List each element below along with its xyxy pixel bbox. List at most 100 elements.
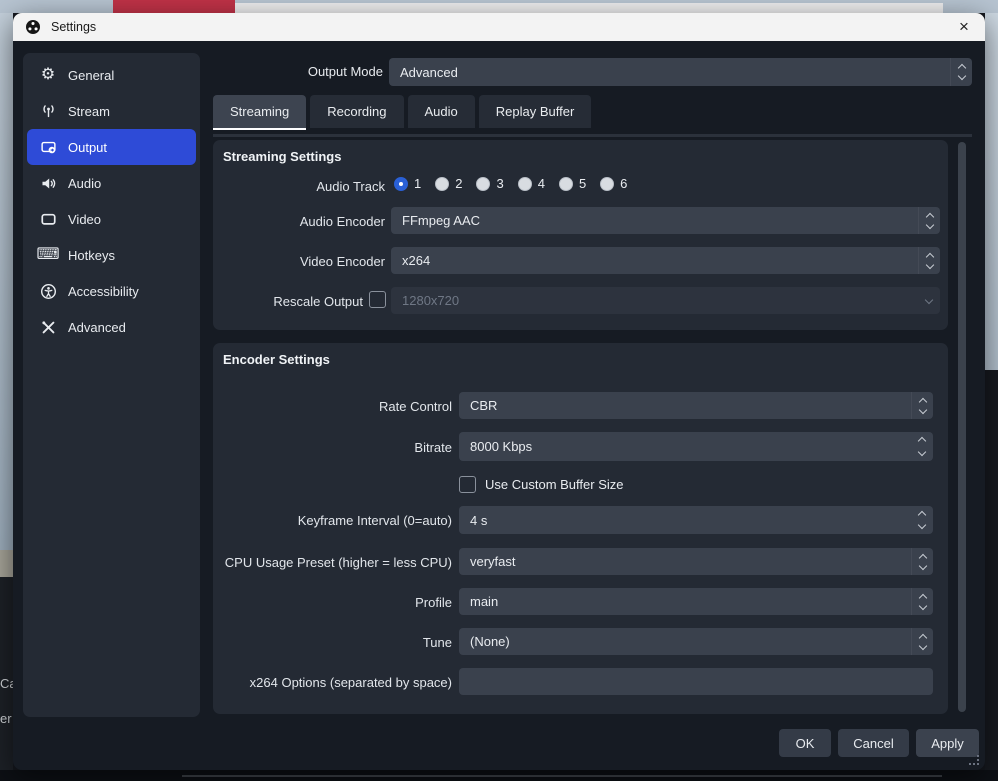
custom-buffer-checkbox[interactable] — [459, 476, 476, 493]
background-window-edge: Ca er — [0, 577, 13, 781]
audio-encoder-label: Audio Encoder — [213, 214, 385, 229]
chevron-updown-icon[interactable] — [950, 58, 972, 86]
video-encoder-select[interactable]: x264 — [391, 247, 940, 274]
sidebar-item-audio[interactable]: Audio — [27, 165, 196, 201]
apply-button[interactable]: Apply — [916, 729, 979, 757]
sidebar-item-output[interactable]: Output — [27, 129, 196, 165]
output-tabs: Streaming Recording Audio Replay Buffer — [213, 95, 591, 128]
title-bar[interactable]: Settings × — [13, 13, 985, 41]
sidebar-item-label: Output — [68, 140, 107, 155]
sidebar-item-label: Video — [68, 212, 101, 227]
bitrate-label: Bitrate — [213, 440, 452, 455]
rate-control-label: Rate Control — [213, 399, 452, 414]
chevron-updown-icon[interactable] — [911, 392, 933, 419]
sidebar-item-label: Advanced — [68, 320, 126, 335]
tune-select[interactable]: (None) — [459, 628, 933, 655]
rate-control-select[interactable]: CBR — [459, 392, 933, 419]
background-text-fragment: Ca — [0, 676, 13, 691]
chevron-updown-icon[interactable] — [911, 548, 933, 575]
rescale-output-checkbox[interactable] — [369, 291, 386, 308]
desktop-background — [985, 370, 998, 781]
cancel-button[interactable]: Cancel — [838, 729, 909, 757]
output-mode-label: Output Mode — [13, 58, 383, 86]
audio-encoder-select[interactable]: FFmpeg AAC — [391, 207, 940, 234]
rescale-output-label: Rescale Output — [213, 294, 363, 309]
accessibility-icon — [38, 281, 58, 301]
spinner-arrows-icon[interactable] — [911, 506, 933, 534]
audio-track-radios: 1 2 3 4 5 6 — [394, 176, 635, 191]
settings-sidebar: ⚙ General Stream Output — [23, 53, 200, 717]
tab-audio[interactable]: Audio — [408, 95, 475, 128]
monitor-icon — [38, 209, 58, 229]
radio-track-4[interactable] — [518, 177, 532, 191]
profile-select[interactable]: main — [459, 588, 933, 615]
antenna-icon — [38, 101, 58, 121]
radio-track-5[interactable] — [559, 177, 573, 191]
vertical-scrollbar[interactable] — [958, 142, 966, 712]
chevron-updown-icon[interactable] — [911, 588, 933, 615]
ok-button[interactable]: OK — [779, 729, 831, 757]
radio-track-1[interactable] — [394, 177, 408, 191]
sidebar-item-advanced[interactable]: Advanced — [27, 309, 196, 345]
video-encoder-label: Video Encoder — [213, 254, 385, 269]
background-window-strip — [113, 3, 943, 13]
group-title: Encoder Settings — [223, 352, 330, 367]
tab-recording[interactable]: Recording — [310, 95, 403, 128]
radio-label: 6 — [620, 176, 627, 191]
chevron-down-icon[interactable] — [918, 287, 940, 314]
sidebar-item-stream[interactable]: Stream — [27, 93, 196, 129]
radio-track-3[interactable] — [476, 177, 490, 191]
background-window-edge — [182, 775, 942, 777]
rescale-resolution-value: 1280x720 — [402, 287, 459, 314]
rescale-resolution-select[interactable]: 1280x720 — [391, 287, 940, 314]
speaker-icon — [38, 173, 58, 193]
x264-options-label: x264 Options (separated by space) — [213, 675, 452, 690]
output-mode-select[interactable]: Advanced — [389, 58, 972, 86]
tools-icon — [38, 317, 58, 337]
sidebar-item-label: Audio — [68, 176, 101, 191]
sidebar-item-accessibility[interactable]: Accessibility — [27, 273, 196, 309]
chevron-updown-icon[interactable] — [911, 628, 933, 655]
desktop-background — [0, 13, 13, 550]
background-text-fragment: er — [0, 711, 12, 726]
desktop-background — [985, 13, 998, 370]
close-icon[interactable]: × — [953, 16, 975, 38]
chevron-updown-icon[interactable] — [918, 247, 940, 274]
cpu-preset-select[interactable]: veryfast — [459, 548, 933, 575]
radio-label: 2 — [455, 176, 462, 191]
radio-label: 3 — [496, 176, 503, 191]
spinner-arrows-icon[interactable] — [911, 432, 933, 461]
sidebar-item-label: Stream — [68, 104, 110, 119]
chevron-updown-icon[interactable] — [918, 207, 940, 234]
sidebar-item-label: Accessibility — [68, 284, 139, 299]
radio-label: 5 — [579, 176, 586, 191]
sidebar-item-video[interactable]: Video — [27, 201, 196, 237]
custom-buffer-label: Use Custom Buffer Size — [485, 477, 623, 492]
custom-buffer-row: Use Custom Buffer Size — [459, 476, 623, 493]
video-encoder-value: x264 — [402, 247, 430, 274]
output-mode-value: Advanced — [400, 58, 458, 86]
sidebar-item-hotkeys[interactable]: ⌨ Hotkeys — [27, 237, 196, 273]
radio-track-6[interactable] — [600, 177, 614, 191]
tab-replay-buffer[interactable]: Replay Buffer — [479, 95, 592, 128]
x264-options-input[interactable] — [459, 668, 933, 695]
tune-label: Tune — [213, 635, 452, 650]
keyframe-interval-label: Keyframe Interval (0=auto) — [213, 513, 452, 528]
keyframe-interval-value: 4 s — [470, 506, 487, 534]
encoder-settings-group: Encoder Settings Rate Control CBR Bitrat… — [213, 343, 948, 714]
radio-track-2[interactable] — [435, 177, 449, 191]
cpu-preset-value: veryfast — [470, 548, 516, 575]
background-red-bar — [113, 0, 235, 13]
audio-track-label: Audio Track — [213, 179, 385, 194]
output-screen-icon — [38, 137, 58, 157]
tab-separator — [213, 134, 972, 137]
radio-label: 4 — [538, 176, 545, 191]
bitrate-spinbox[interactable]: 8000 Kbps — [459, 432, 933, 461]
tab-streaming[interactable]: Streaming — [213, 95, 306, 128]
keyboard-icon: ⌨ — [38, 245, 58, 265]
profile-label: Profile — [213, 595, 452, 610]
streaming-settings-group: Streaming Settings Audio Track 1 2 3 4 5… — [213, 140, 948, 330]
keyframe-interval-spinbox[interactable]: 4 s — [459, 506, 933, 534]
resize-grip[interactable] — [969, 755, 979, 765]
group-title: Streaming Settings — [223, 149, 341, 164]
